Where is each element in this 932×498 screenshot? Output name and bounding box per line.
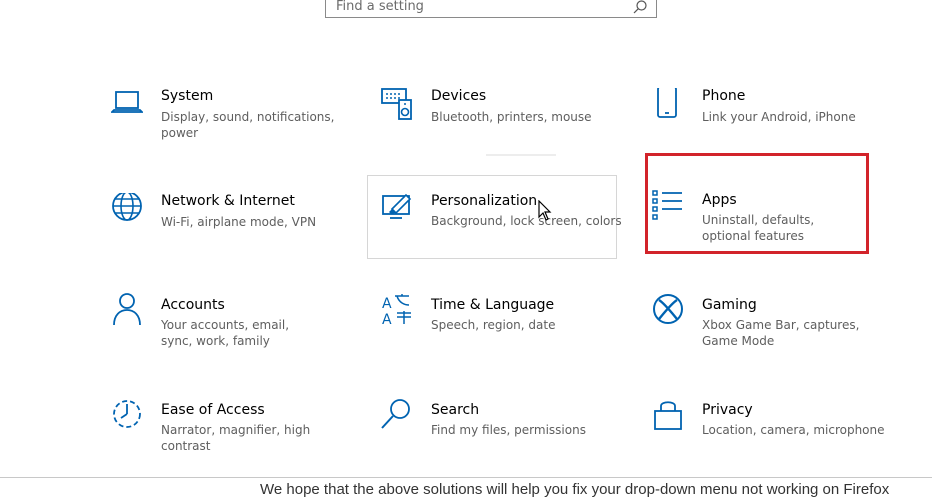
search-icon xyxy=(633,0,647,14)
tile-title: Phone xyxy=(702,88,746,104)
highlight-box xyxy=(645,153,869,254)
divider xyxy=(0,477,932,478)
tile-description: Speech, region, date xyxy=(431,318,556,332)
tile-title: Network & Internet xyxy=(161,193,295,209)
tile-title: Ease of Access xyxy=(161,402,265,418)
svg-text:A: A xyxy=(382,312,392,325)
tile-time-language[interactable]: A A Time & Language Speech, region, date xyxy=(381,293,631,377)
lock-icon xyxy=(654,401,682,430)
time-language-icon: A A xyxy=(382,294,411,325)
tile-title: Search xyxy=(431,402,480,418)
mouse-cursor-icon xyxy=(538,200,552,221)
tile-description: Display, sound, notifications, power xyxy=(161,110,335,140)
tile-devices[interactable]: Devices Bluetooth, printers, mouse xyxy=(381,88,631,172)
tile-gaming[interactable]: Gaming Xbox Game Bar, captures, Game Mod… xyxy=(652,293,902,377)
tile-title: Gaming xyxy=(702,297,757,313)
globe-icon xyxy=(112,193,142,221)
xbox-icon xyxy=(653,294,683,324)
tile-description: Your accounts, email, sync, work, family xyxy=(161,318,290,348)
search-placeholder: Find a setting xyxy=(336,0,424,14)
person-icon xyxy=(113,293,141,325)
tile-privacy[interactable]: Privacy Location, camera, microphone xyxy=(652,398,902,482)
tile-search[interactable]: Search Find my files, permissions xyxy=(381,398,631,482)
tile-description: Wi-Fi, airplane mode, VPN xyxy=(161,215,317,229)
search-input[interactable]: Find a setting xyxy=(325,0,657,18)
tile-description: Location, camera, microphone xyxy=(702,423,885,437)
tile-title: Accounts xyxy=(161,297,225,313)
tile-description: Find my files, permissions xyxy=(431,423,586,437)
tile-title: Privacy xyxy=(702,402,753,418)
article-text: We hope that the above solutions will he… xyxy=(260,481,890,498)
tile-description: Background, lock screen, colors xyxy=(431,214,622,228)
tile-personalization[interactable]: Personalization Background, lock screen,… xyxy=(367,175,622,259)
svg-text:A: A xyxy=(382,296,392,312)
tile-title: Personalization xyxy=(431,193,538,209)
tile-network[interactable]: Network & Internet Wi-Fi, airplane mode,… xyxy=(111,193,361,277)
ease-of-access-icon xyxy=(113,400,141,428)
tile-title: System xyxy=(161,88,214,104)
devices-icon xyxy=(381,88,412,120)
tile-ease-of-access[interactable]: Ease of Access Narrator, magnifier, high… xyxy=(111,398,361,482)
tile-description: Link your Android, iPhone xyxy=(702,110,856,124)
phone-icon xyxy=(657,88,677,118)
tile-description: Bluetooth, printers, mouse xyxy=(431,110,592,124)
tile-description: Xbox Game Bar, captures, Game Mode xyxy=(702,318,860,348)
tile-accounts[interactable]: Accounts Your accounts, email, sync, wor… xyxy=(111,293,361,377)
magnifier-icon xyxy=(381,399,410,429)
laptop-icon xyxy=(111,91,143,113)
tile-system[interactable]: System Display, sound, notifications, po… xyxy=(111,88,361,172)
tile-description: Narrator, magnifier, high contrast xyxy=(161,423,311,453)
tile-title: Time & Language xyxy=(431,297,555,313)
paint-icon xyxy=(382,193,412,219)
tile-title: Devices xyxy=(431,88,487,104)
